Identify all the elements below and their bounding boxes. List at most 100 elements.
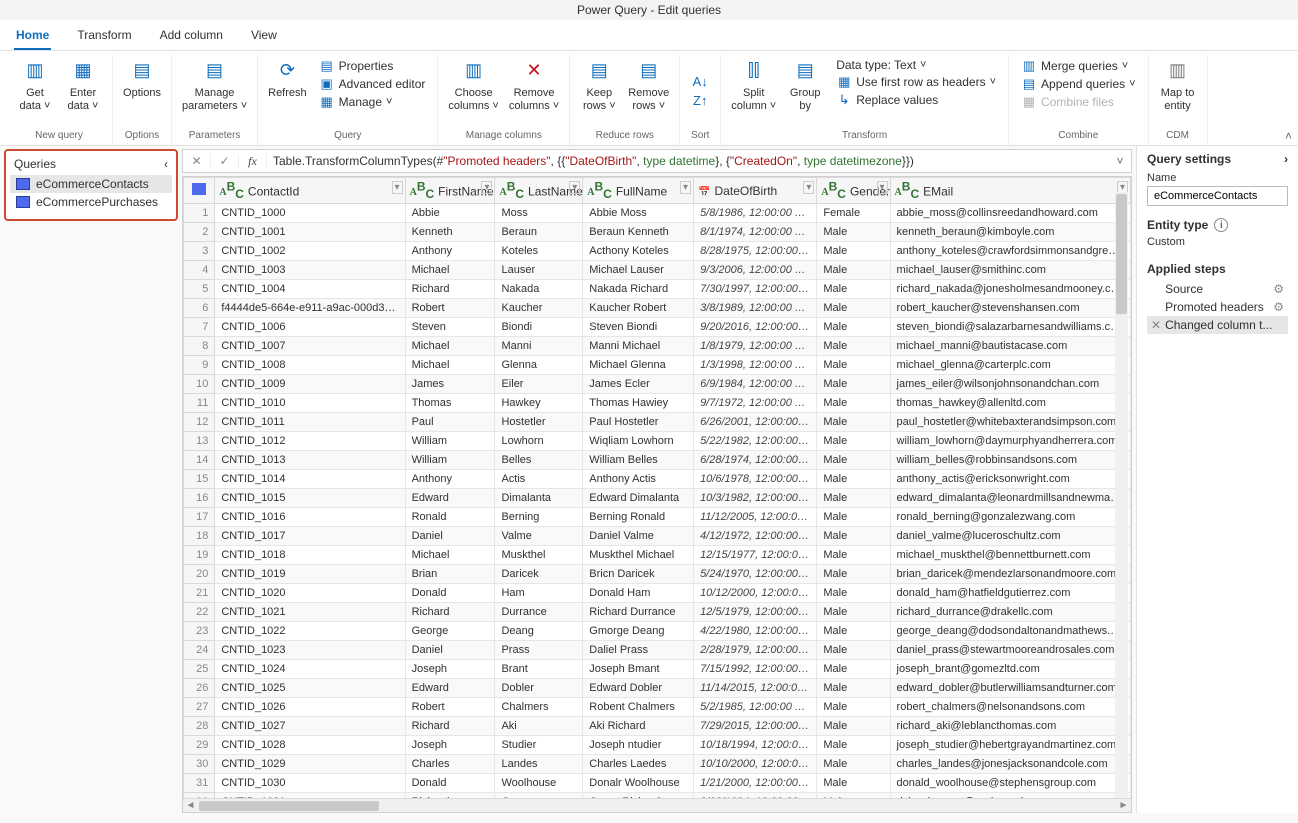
cell-lastname[interactable]: Daricek [495, 565, 583, 584]
cell-email[interactable]: edward_dobler@butlerwilliamsandturner.co… [890, 679, 1130, 698]
query-item-ecommerce-purchases[interactable]: eCommercePurchases [10, 193, 172, 211]
cell-lastname[interactable]: Aki [495, 717, 583, 736]
cell-firstname[interactable]: Richard [405, 603, 495, 622]
cell-contactid[interactable]: CNTID_1029 [215, 755, 405, 774]
advanced-editor-button[interactable]: ▣Advanced editor [315, 75, 430, 93]
cell-lastname[interactable]: Durrance [495, 603, 583, 622]
cell-dateofbirth[interactable]: 7/30/1997, 12:00:00 AM [694, 280, 817, 299]
table-row[interactable]: 22 CNTID_1021 Richard Durrance Richard D… [184, 603, 1131, 622]
append-queries-button[interactable]: ▤Append queries ˅ [1017, 75, 1140, 93]
cell-firstname[interactable]: Thomas [405, 394, 495, 413]
cell-fullname[interactable]: Anthony Actis [583, 470, 694, 489]
sort-asc-button[interactable]: A↓ [688, 73, 712, 90]
cell-fullname[interactable]: Beraun Kenneth [583, 223, 694, 242]
cell-fullname[interactable]: Muskthel Michael [583, 546, 694, 565]
cell-fullname[interactable]: Kaucher Robert [583, 299, 694, 318]
cell-fullname[interactable]: Nakada Richard [583, 280, 694, 299]
cell-email[interactable]: robert_chalmers@nelsonandsons.com [890, 698, 1130, 717]
cell-firstname[interactable]: Daniel [405, 641, 495, 660]
cell-dateofbirth[interactable]: 9/3/2006, 12:00:00 AM [694, 261, 817, 280]
cell-firstname[interactable]: Robert [405, 299, 495, 318]
cell-dateofbirth[interactable]: 4/22/1980, 12:00:00 AM [694, 622, 817, 641]
cell-dateofbirth[interactable]: 9/7/1972, 12:00:00 AM [694, 394, 817, 413]
cell-gender[interactable]: Male [817, 489, 890, 508]
cell-dateofbirth[interactable]: 4/12/1972, 12:00:00 AM [694, 527, 817, 546]
cell-email[interactable]: daniel_valme@luceroschultz.com [890, 527, 1130, 546]
table-row[interactable]: 28 CNTID_1027 Richard Aki Aki Richard 7/… [184, 717, 1131, 736]
cell-contactid[interactable]: CNTID_1014 [215, 470, 405, 489]
cell-firstname[interactable]: Anthony [405, 470, 495, 489]
cell-lastname[interactable]: Actis [495, 470, 583, 489]
cell-email[interactable]: william_belles@robbinsandsons.com [890, 451, 1130, 470]
cell-lastname[interactable]: Moss [495, 204, 583, 223]
cell-fullname[interactable]: Donald Ham [583, 584, 694, 603]
cell-dateofbirth[interactable]: 3/8/1989, 12:00:00 AM [694, 299, 817, 318]
column-header-gender[interactable]: ABCGender▾ [817, 178, 890, 204]
cell-firstname[interactable]: Daniel [405, 527, 495, 546]
cell-contactid[interactable]: CNTID_1002 [215, 242, 405, 261]
manage-button[interactable]: ▦Manage ˅ [315, 93, 430, 111]
cell-contactid[interactable]: CNTID_1010 [215, 394, 405, 413]
cell-firstname[interactable]: James [405, 375, 495, 394]
cell-lastname[interactable]: Valme [495, 527, 583, 546]
cell-fullname[interactable]: Daniel Valme [583, 527, 694, 546]
cell-fullname[interactable]: William Belles [583, 451, 694, 470]
cell-email[interactable]: michael_manni@bautistacase.com [890, 337, 1130, 356]
data-type-button[interactable]: Data type: Text ˅ [832, 57, 1000, 73]
cell-lastname[interactable]: Dimalanta [495, 489, 583, 508]
cell-fullname[interactable]: Joseph Bmant [583, 660, 694, 679]
cell-firstname[interactable]: Abbie [405, 204, 495, 223]
cell-fullname[interactable]: Michael Glenna [583, 356, 694, 375]
cell-firstname[interactable]: Michael [405, 356, 495, 375]
cell-dateofbirth[interactable]: 9/20/2016, 12:00:00 AM [694, 318, 817, 337]
cell-contactid[interactable]: CNTID_1003 [215, 261, 405, 280]
cell-fullname[interactable]: James Ecler [583, 375, 694, 394]
tab-view[interactable]: View [249, 20, 279, 50]
cell-lastname[interactable]: Hawkey [495, 394, 583, 413]
cell-fullname[interactable]: Acthony Koteles [583, 242, 694, 261]
table-row[interactable]: 6 f4444de5-664e-e911-a9ac-000d3a2d57... … [184, 299, 1131, 318]
cell-dateofbirth[interactable]: 10/6/1978, 12:00:00 AM [694, 470, 817, 489]
cell-dateofbirth[interactable]: 5/2/1985, 12:00:00 AM [694, 698, 817, 717]
cell-dateofbirth[interactable]: 10/18/1994, 12:00:00 ... [694, 736, 817, 755]
cell-lastname[interactable]: Belles [495, 451, 583, 470]
cell-lastname[interactable]: Landes [495, 755, 583, 774]
cell-email[interactable]: steven_biondi@salazarbarnesandwilliams.c… [890, 318, 1130, 337]
cell-lastname[interactable]: Chalmers [495, 698, 583, 717]
cell-dateofbirth[interactable]: 10/12/2000, 12:00:00 ... [694, 584, 817, 603]
cell-fullname[interactable]: Aki Richard [583, 717, 694, 736]
cell-lastname[interactable]: Nakada [495, 280, 583, 299]
cell-gender[interactable]: Male [817, 223, 890, 242]
cell-gender[interactable]: Male [817, 261, 890, 280]
cell-dateofbirth[interactable]: 1/3/1998, 12:00:00 AM [694, 356, 817, 375]
step-changed-column-types[interactable]: ✕Changed column t... [1147, 316, 1288, 334]
cell-lastname[interactable]: Hostetler [495, 413, 583, 432]
cell-firstname[interactable]: Joseph [405, 660, 495, 679]
cell-firstname[interactable]: Kenneth [405, 223, 495, 242]
filter-icon[interactable]: ▾ [569, 181, 580, 194]
cell-dateofbirth[interactable]: 6/26/2001, 12:00:00 AM [694, 413, 817, 432]
scroll-left-icon[interactable]: ◄ [184, 800, 197, 811]
cell-contactid[interactable]: CNTID_1006 [215, 318, 405, 337]
cell-fullname[interactable]: Edward Dobler [583, 679, 694, 698]
cell-dateofbirth[interactable]: 12/5/1979, 12:00:00 AM [694, 603, 817, 622]
cell-gender[interactable]: Male [817, 755, 890, 774]
cell-gender[interactable]: Male [817, 698, 890, 717]
table-row[interactable]: 2 CNTID_1001 Kenneth Beraun Beraun Kenne… [184, 223, 1131, 242]
cell-fullname[interactable]: Abbie Moss [583, 204, 694, 223]
cell-fullname[interactable]: Daliel Prass [583, 641, 694, 660]
cell-firstname[interactable]: Michael [405, 261, 495, 280]
cell-email[interactable]: daniel_prass@stewartmooreandrosales.com [890, 641, 1130, 660]
table-row[interactable]: 24 CNTID_1023 Daniel Prass Daliel Prass … [184, 641, 1131, 660]
table-row[interactable]: 3 CNTID_1002 Anthony Koteles Acthony Kot… [184, 242, 1131, 261]
cell-lastname[interactable]: Glenna [495, 356, 583, 375]
cell-email[interactable]: thomas_hawkey@allenltd.com [890, 394, 1130, 413]
cell-lastname[interactable]: Eiler [495, 375, 583, 394]
remove-columns-button[interactable]: ✕Removecolumns ˅ [505, 55, 563, 115]
cell-firstname[interactable]: Michael [405, 337, 495, 356]
cell-dateofbirth[interactable]: 5/22/1982, 12:00:00 AM [694, 432, 817, 451]
properties-button[interactable]: ▤Properties [315, 57, 430, 75]
cell-fullname[interactable]: Bricn Daricek [583, 565, 694, 584]
table-row[interactable]: 20 CNTID_1019 Brian Daricek Bricn Darice… [184, 565, 1131, 584]
cell-gender[interactable]: Male [817, 622, 890, 641]
